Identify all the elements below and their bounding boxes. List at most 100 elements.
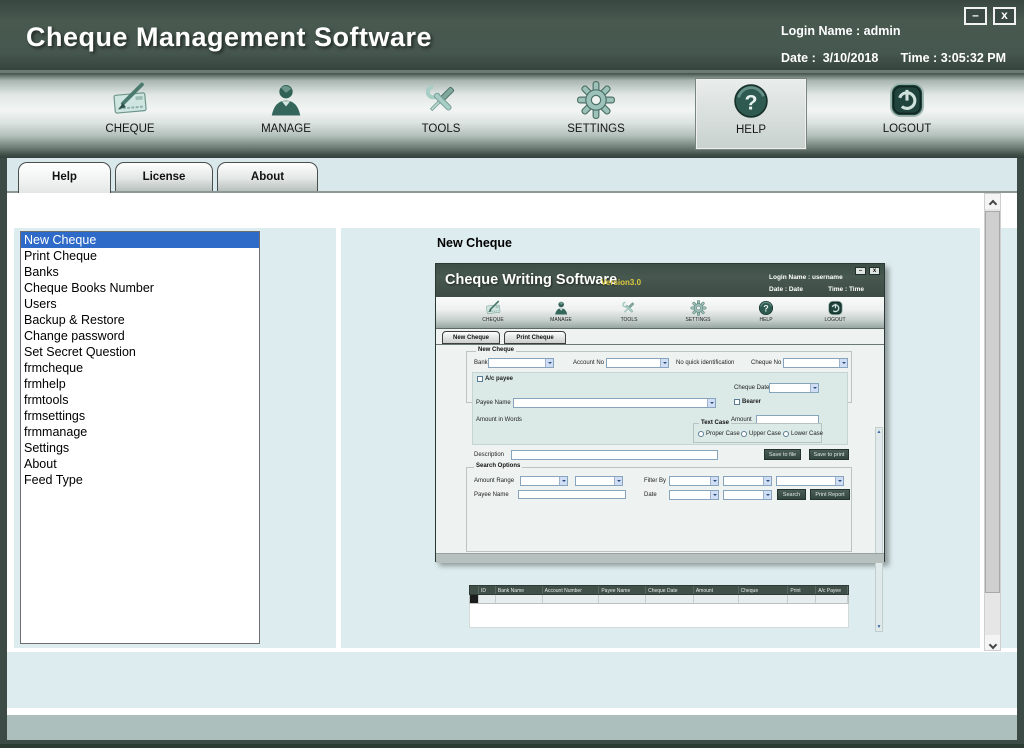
list-item[interactable]: frmmanage [21,424,259,440]
preview-toolbar: CHEQUE MANAGE TOOLS SETTINGS HELP LOGOUT [436,297,884,329]
list-item[interactable]: Settings [21,440,259,456]
help-topics-list[interactable]: New Cheque Print Cheque Banks Cheque Boo… [20,231,260,644]
toolbar-item-logout[interactable]: LOGOUT [852,81,962,147]
gear-icon [577,81,615,119]
date-to-dropdown [723,490,772,500]
search-payee-input [518,490,626,499]
time-value: Time : 3:05:32 PM [901,51,1006,65]
list-item[interactable]: frmsettings [21,408,259,424]
help-preview-image: Cheque Writing Software Version3.0 – x L… [435,263,885,562]
preview-session-info: Login Name : username Date : Date Time :… [769,274,864,293]
date-from-dropdown [669,490,719,500]
list-item[interactable]: Backup & Restore [21,312,259,328]
power-icon [888,81,926,119]
payee-name-dropdown [513,398,716,408]
list-item[interactable]: Set Secret Question [21,344,259,360]
lower-case-radio: Lower Case [783,431,823,437]
toolbar-item-manage[interactable]: MANAGE [231,81,341,147]
power-icon [827,300,843,316]
print-report-button: Print Report [810,489,850,500]
help-topic-title: New Cheque [437,236,512,250]
tab-help[interactable]: Help [18,162,111,193]
list-item[interactable]: frmtools [21,392,259,408]
scroll-down-button[interactable] [985,635,1000,650]
table-blank-area [469,604,849,628]
search-button: Search [777,489,806,500]
toolbar-item-settings[interactable]: SETTINGS [541,81,651,147]
question-icon [758,300,774,316]
scrollbar-thumb[interactable] [985,211,1000,593]
title-bar: Cheque Management Software – x Login Nam… [0,0,1024,70]
minimize-button[interactable]: – [964,7,987,25]
preview-status-bar [436,553,884,563]
cheque-icon [111,81,149,119]
save-to-print-button: Save to print [809,449,849,460]
help-content-panel: New Cheque Cheque Writing Software Versi… [341,228,980,648]
cheque-date-dropdown [769,383,819,393]
tab-strip: Help License About [7,158,1017,193]
table-empty-row [469,595,849,604]
toolbar-item-cheque[interactable]: CHEQUE [75,81,185,147]
preview-close-icon: x [869,267,880,275]
table-header-row: ID Bank Name Account Number Payee Name C… [469,585,849,595]
scroll-down-icon [988,641,996,649]
right-margin-strip [1001,228,1017,648]
tab-about[interactable]: About [217,162,318,191]
list-item[interactable]: Print Cheque [21,248,259,264]
preview-version: Version3.0 [601,278,641,287]
filter-by-dropdown-1 [669,476,719,486]
upper-case-radio: Upper Case [741,431,781,437]
bottom-panel [7,652,1017,708]
login-name: Login Name : admin [781,24,1006,38]
tools-icon [621,300,637,316]
description-input [511,450,718,460]
close-icon: x [1001,8,1008,22]
question-icon [732,82,770,120]
list-item[interactable]: About [21,456,259,472]
bearer-checkbox: Bearer [734,399,761,405]
main-toolbar: CHEQUE MANAGE TOOLS SETTINGS HELP LOGOUT [0,73,1024,158]
list-item[interactable]: frmhelp [21,376,259,392]
person-icon [267,81,305,119]
help-page: New Cheque Print Cheque Banks Cheque Boo… [7,193,1017,715]
account-no-dropdown [606,358,669,368]
list-item[interactable]: Change password [21,328,259,344]
scroll-up-icon [988,200,996,208]
toolbar-item-help[interactable]: HELP [696,79,806,149]
proper-case-radio: Proper Case [698,431,740,437]
scroll-up-icon: ▲ [876,429,882,435]
session-info: Login Name : admin Date : 3/10/2018 Time… [781,24,1006,65]
help-topics-panel: New Cheque Print Cheque Banks Cheque Boo… [14,228,336,648]
preview-content: New Cheque Bank Account No No quick iden… [436,344,884,553]
preview-results-table: ID Bank Name Account Number Payee Name C… [469,585,849,604]
amount-range-from-dropdown [520,476,568,486]
preview-title-bar: Cheque Writing Software Version3.0 – x L… [436,264,884,297]
close-button[interactable]: x [993,7,1016,25]
list-item[interactable]: Cheque Books Number [21,280,259,296]
cheque-no-dropdown [783,358,848,368]
gear-icon [690,300,706,316]
filter-by-dropdown-3 [776,476,844,486]
list-item[interactable]: New Cheque [21,232,259,248]
cheque-icon [485,300,501,316]
app-title: Cheque Management Software [26,22,432,53]
amount-range-to-dropdown [575,476,623,486]
list-item[interactable]: Feed Type [21,472,259,488]
preview-app-title: Cheque Writing Software [445,272,617,288]
filter-by-dropdown-2 [723,476,772,486]
minimize-icon: – [972,8,979,22]
ac-payee-checkbox: A/c payee [477,376,513,382]
list-item[interactable]: Users [21,296,259,312]
scroll-up-button[interactable] [985,194,1000,209]
list-item[interactable]: Banks [21,264,259,280]
toolbar-item-tools[interactable]: TOOLS [386,81,496,147]
bank-dropdown [488,358,554,368]
list-item[interactable]: frmcheque [21,360,259,376]
status-band [7,715,1017,740]
tools-icon [422,81,460,119]
tab-license[interactable]: License [115,162,213,191]
save-to-file-button: Save to file [764,449,801,460]
app-window: Cheque Management Software – x Login Nam… [0,0,1024,748]
vertical-scrollbar[interactable] [984,193,1001,651]
scroll-down-icon: ▼ [876,624,882,630]
